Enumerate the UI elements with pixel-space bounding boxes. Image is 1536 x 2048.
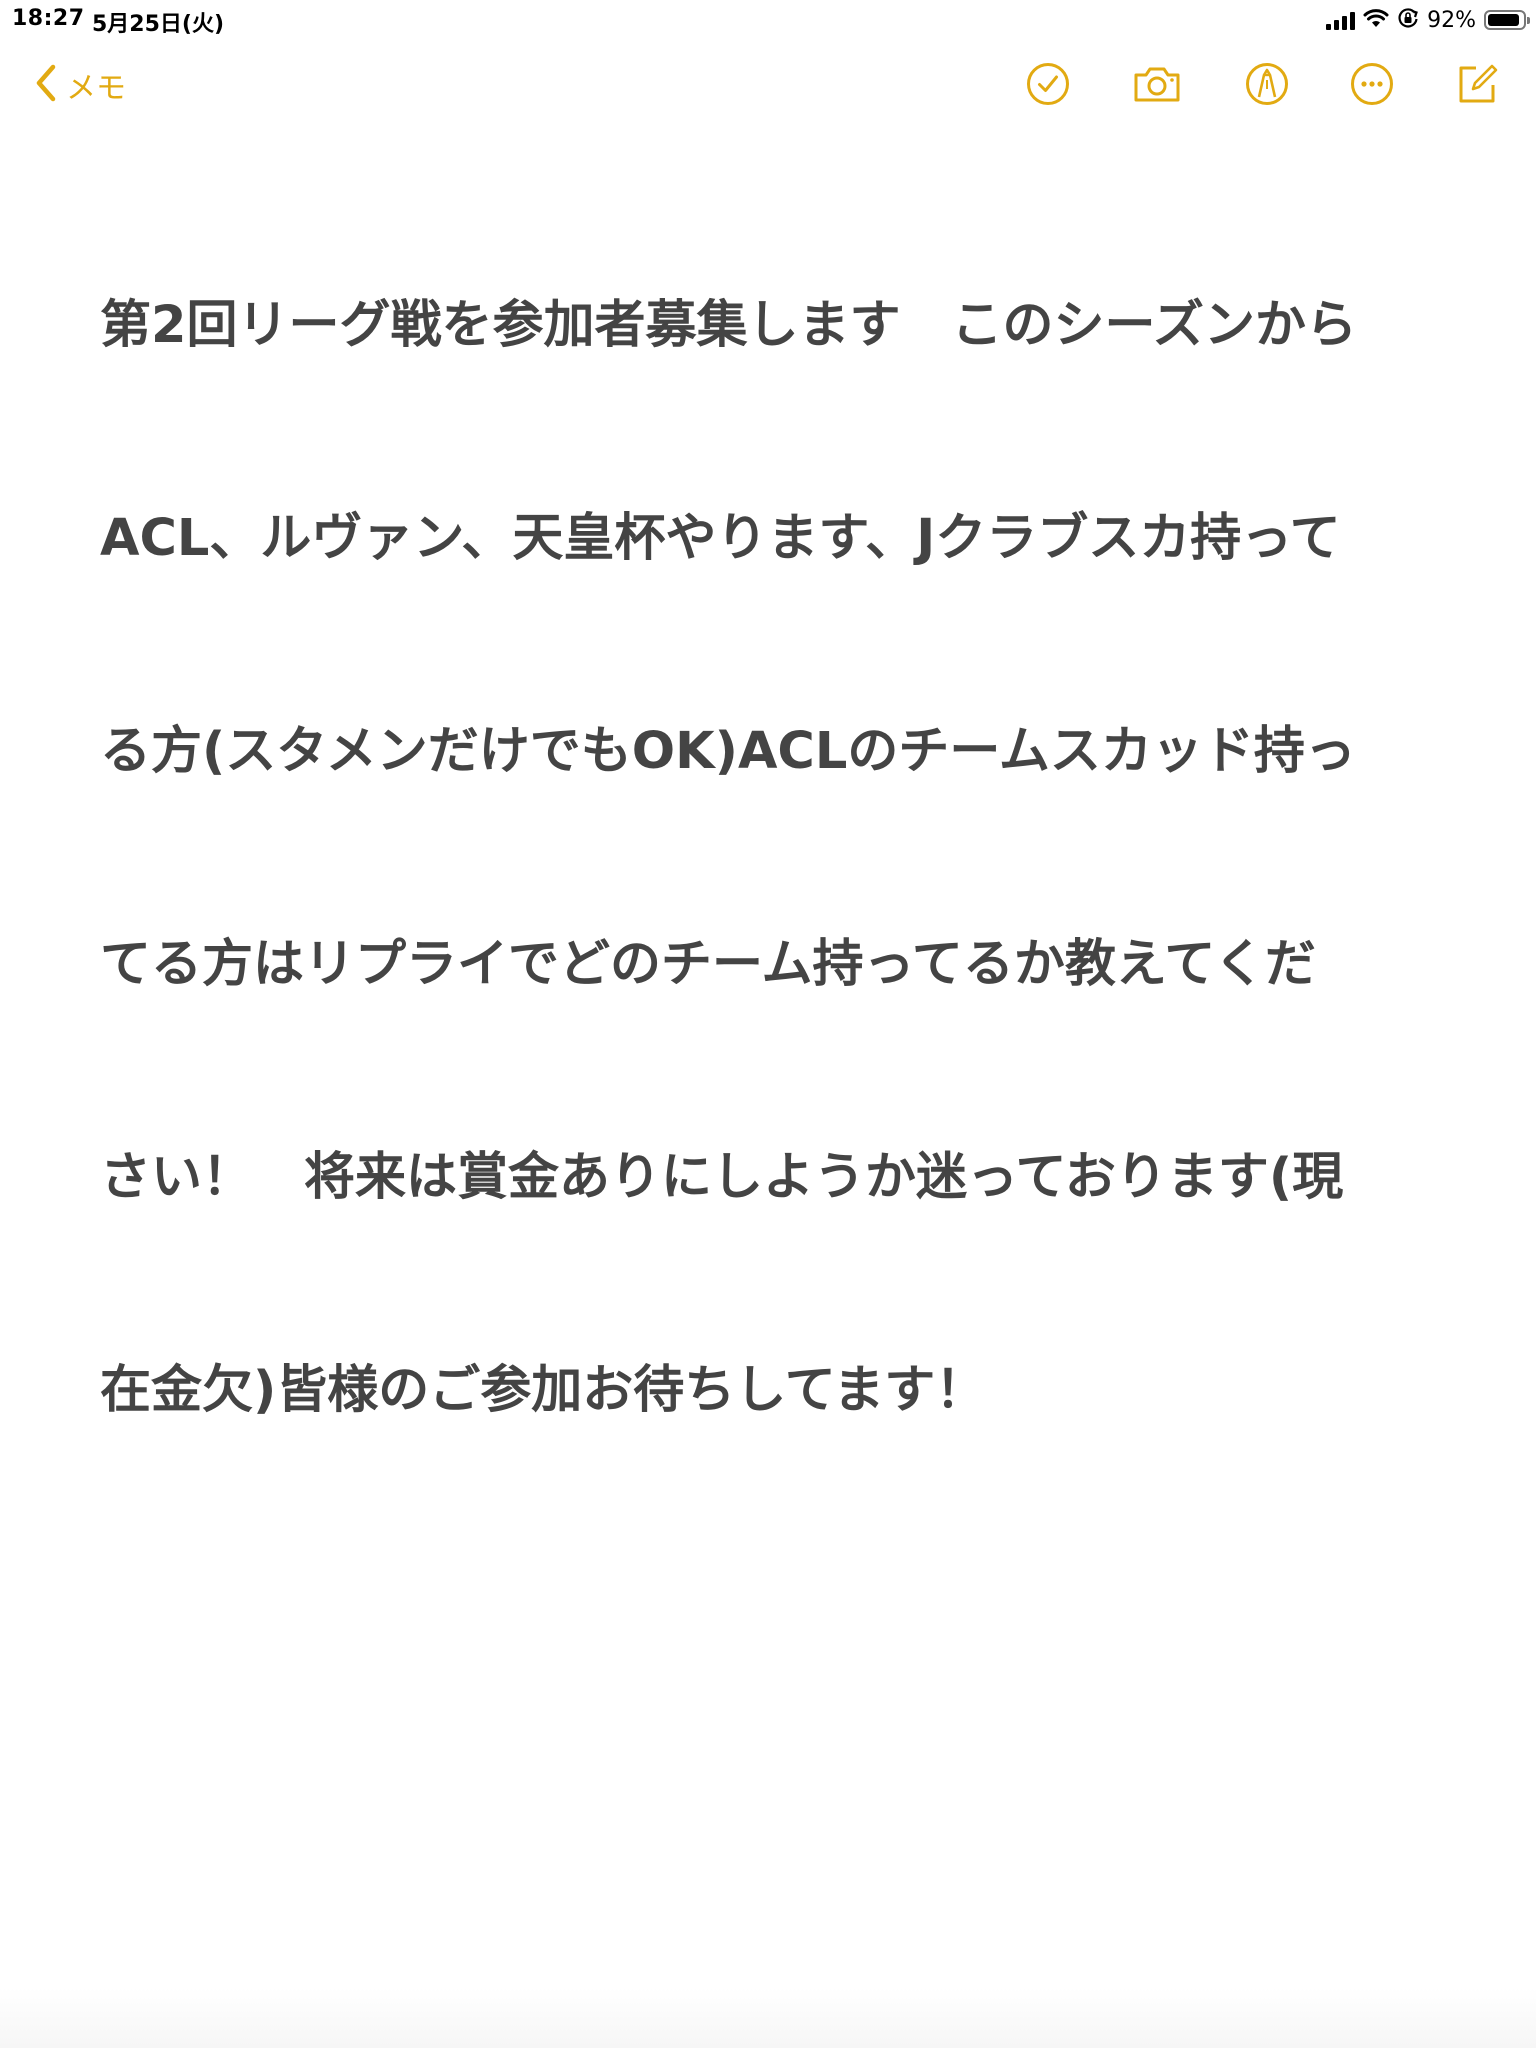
status-time: 18:27: [12, 6, 85, 31]
compose-icon: [1454, 61, 1500, 111]
status-date: 5月25日(火): [92, 12, 225, 37]
bottom-edge: [0, 1988, 1536, 2048]
markup-pen-icon: [1244, 61, 1290, 111]
checklist-button[interactable]: [1023, 61, 1073, 111]
note-line: てる方はリプライでどのチーム持ってるか教えてくだ: [100, 935, 1316, 994]
more-icon: [1349, 61, 1395, 111]
status-bar: 18:27 5月25日(火) 92%: [0, 0, 1536, 40]
orientation-lock-icon: [1397, 7, 1419, 33]
note-body[interactable]: 第2回リーグ戦を参加者募集します このシーズンから ACL、ルヴァン、天皇杯やり…: [100, 148, 1440, 1497]
compose-button[interactable]: [1452, 61, 1502, 111]
checklist-icon: [1025, 61, 1071, 111]
wifi-icon: [1363, 8, 1389, 32]
note-line: ACL、ルヴァン、天皇杯やります、Jクラブスカ持って: [100, 509, 1341, 568]
battery-nub: [1527, 17, 1530, 24]
status-indicators: 92%: [1326, 6, 1530, 34]
battery-fill: [1488, 14, 1519, 26]
back-button[interactable]: メモ: [34, 62, 126, 108]
note-line: 第2回リーグ戦を参加者募集します このシーズンから: [100, 296, 1357, 355]
navigation-bar: メモ: [0, 40, 1536, 130]
note-line: 在金欠)皆様のご参加お待ちしてます！: [100, 1361, 987, 1420]
chevron-left-icon: [34, 63, 58, 107]
markup-button[interactable]: [1242, 61, 1292, 111]
battery-icon: [1484, 10, 1530, 30]
back-label: メモ: [66, 72, 126, 105]
note-line: る方(スタメンだけでもOK)ACLのチームスカッド持っ: [100, 722, 1356, 781]
battery-percent: 92%: [1427, 7, 1476, 33]
more-button[interactable]: [1347, 61, 1397, 111]
camera-button[interactable]: [1132, 61, 1182, 111]
cellular-signal-icon: [1326, 10, 1356, 30]
note-line: さい！ 将来は賞金ありにしようか迷っております(現: [100, 1148, 1344, 1207]
camera-icon: [1132, 63, 1182, 109]
